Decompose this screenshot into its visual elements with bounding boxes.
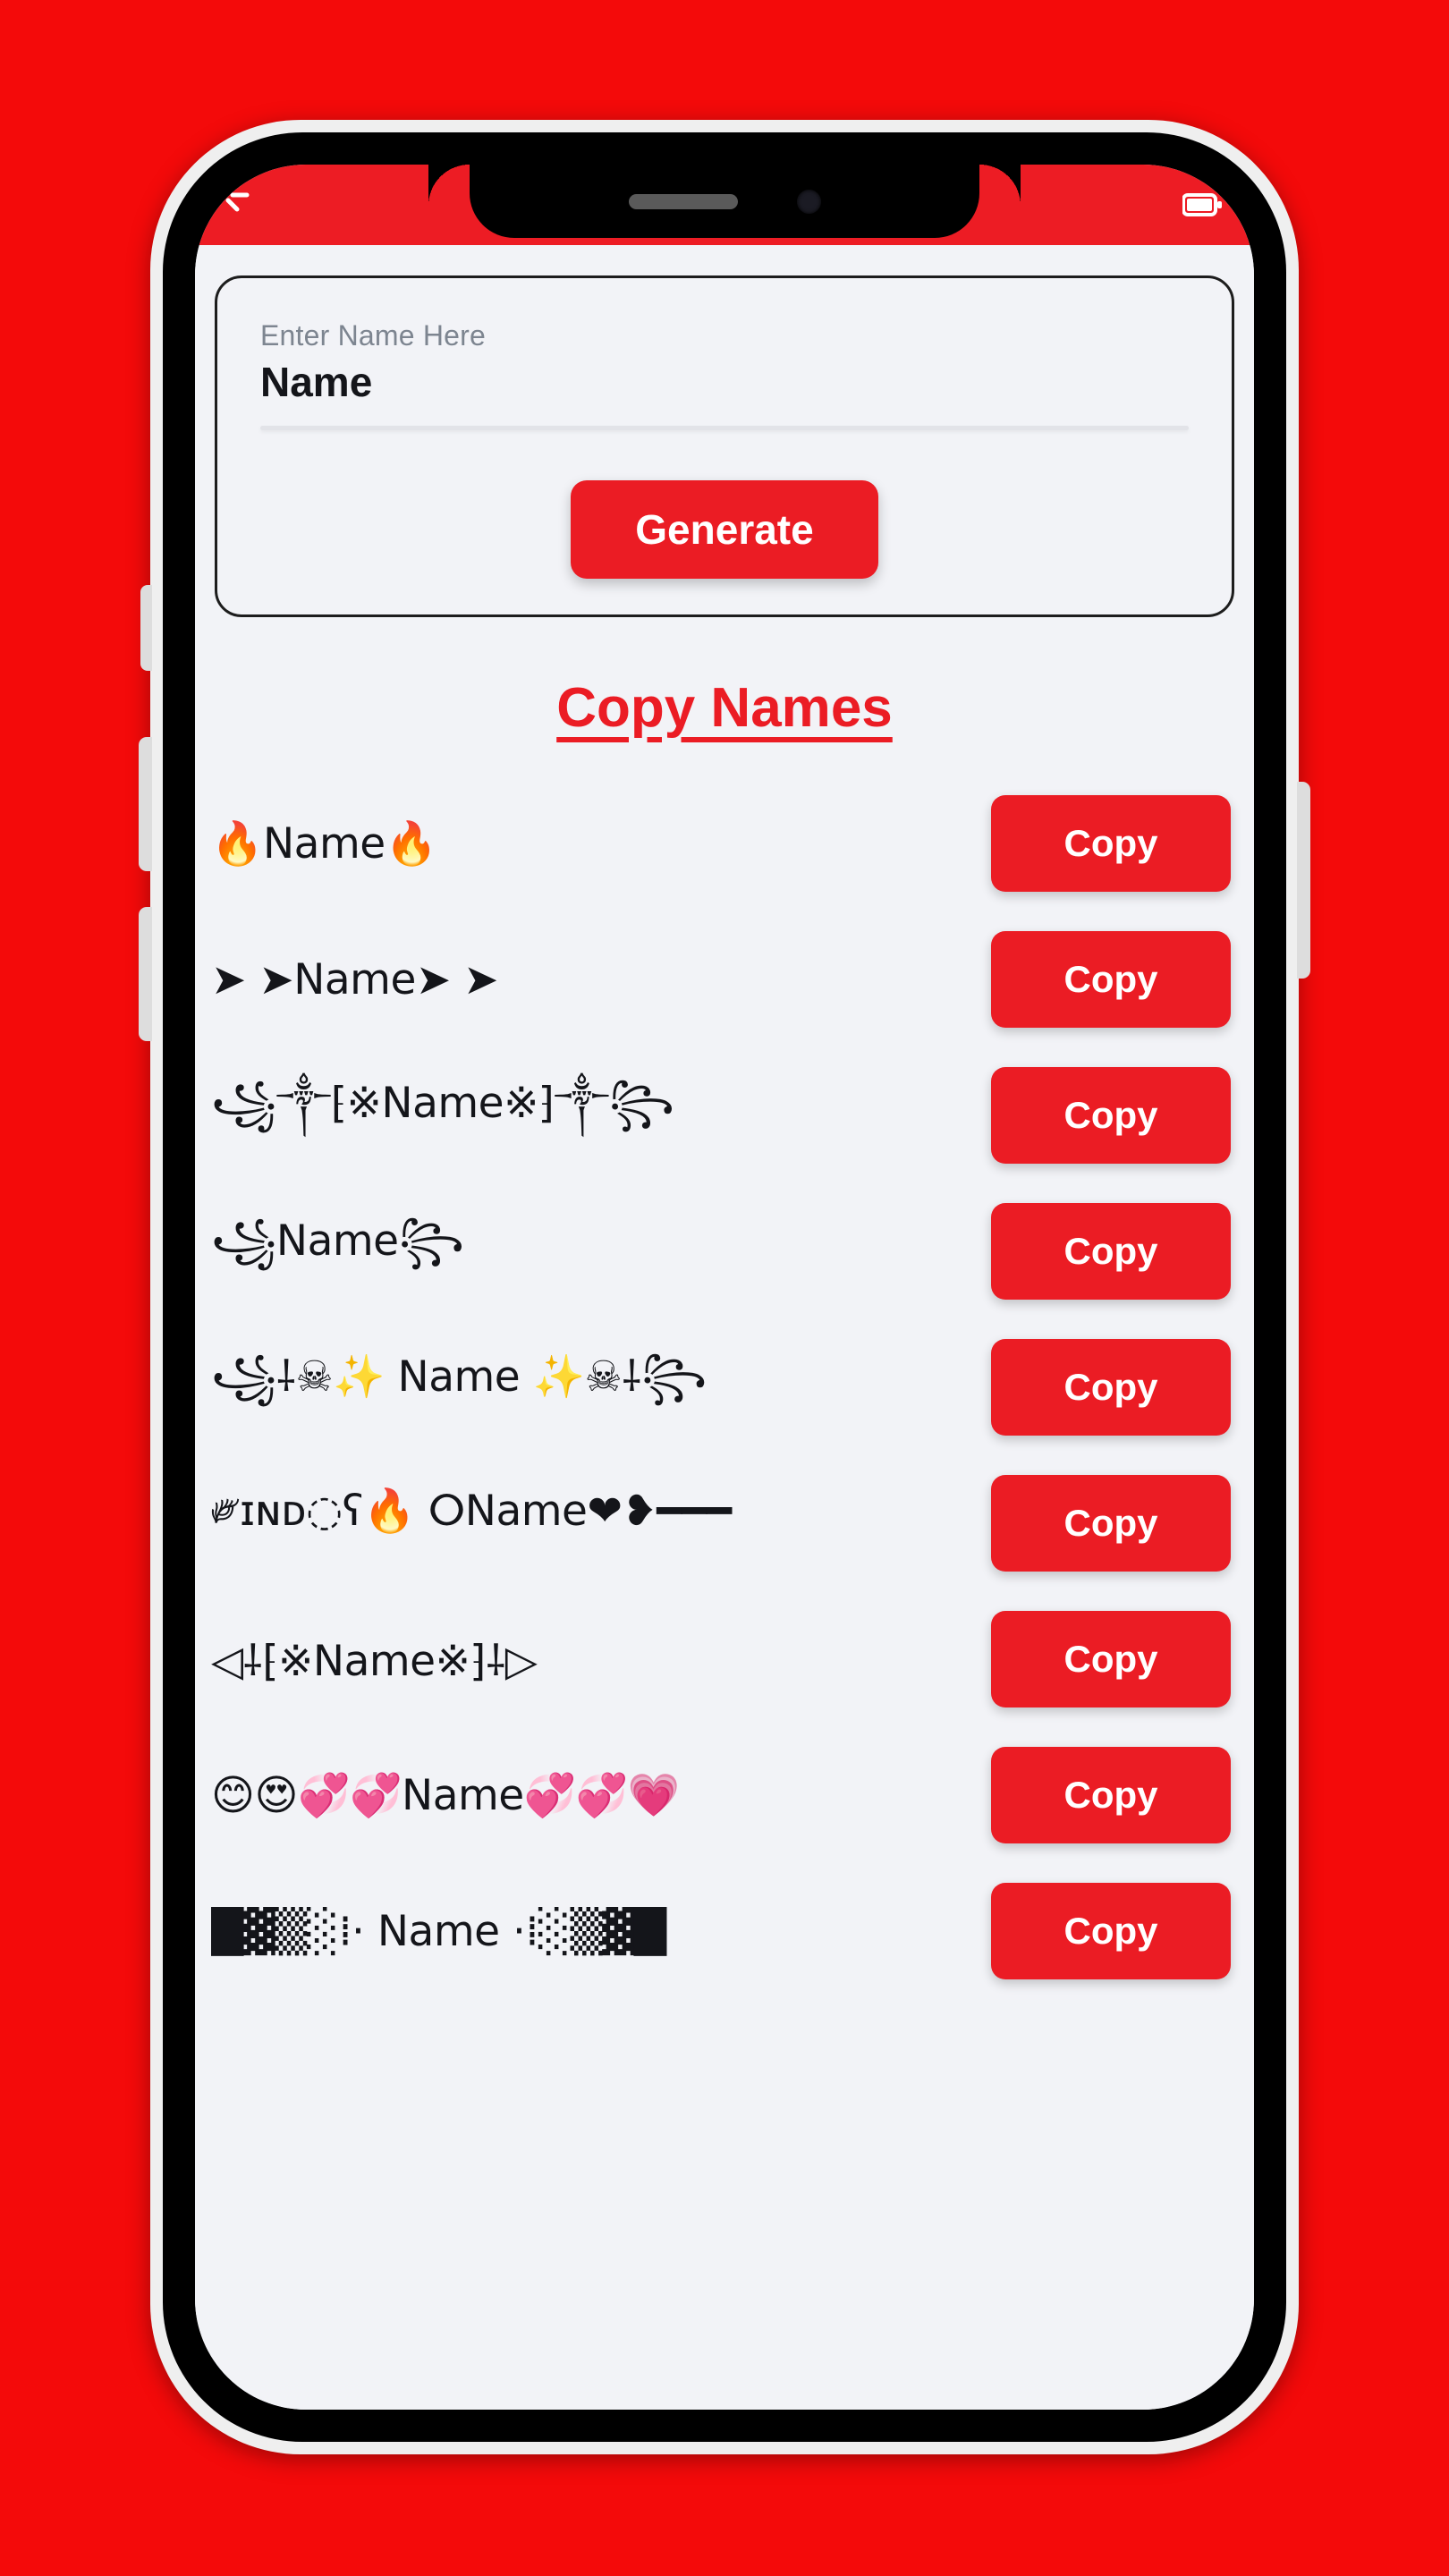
copy-button[interactable]: Copy (991, 1339, 1231, 1436)
app-content: Enter Name Here Name Generate Copy Names… (195, 245, 1254, 2410)
status-bar (195, 165, 1254, 245)
copy-button[interactable]: Copy (991, 1883, 1231, 1979)
decorated-name-text: ꧁⸸☠✨ Name ✨☠⸸꧂ (211, 1352, 707, 1402)
copy-button[interactable]: Copy (991, 1611, 1231, 1707)
decorated-name-text: 😊😍💞💞Name💞💞💗 (211, 1770, 680, 1820)
decorated-name-text: ༗ɪɴᴅ◌ʕ🔥 ⵔName❤❥━━━ (211, 1487, 732, 1536)
front-camera-icon (796, 189, 821, 214)
name-row: ◁⸸⁅※Name※⁆⸸▷ Copy (211, 1591, 1231, 1727)
decorated-name-text: ꧁༒⁅※Name※⁆༒꧂ (211, 1079, 674, 1128)
name-row: ꧁⸸☠✨ Name ✨☠⸸꧂ Copy (211, 1319, 1231, 1455)
battery-icon (1182, 193, 1222, 216)
volume-down-button[interactable] (139, 907, 152, 1041)
name-input-label: Enter Name Here (260, 319, 486, 352)
phone-mockup: Enter Name Here Name Generate Copy Names… (139, 120, 1310, 2454)
decorated-name-text: ◁⸸⁅※Name※⁆⸸▷ (211, 1637, 538, 1686)
power-button[interactable] (1297, 782, 1310, 979)
speaker-grille-icon (628, 193, 738, 209)
phone-screen: Enter Name Here Name Generate Copy Names… (195, 165, 1254, 2410)
decorated-name-text: █▓▒░⁞· Name ·⁞░▒▓█ (211, 1906, 666, 1956)
generate-button-wrap: Generate (260, 480, 1189, 579)
status-bar-left-icons (225, 191, 256, 218)
name-input-field[interactable]: Name (260, 358, 1189, 426)
generate-button[interactable]: Generate (571, 480, 878, 579)
name-row: ꧁༒⁅※Name※⁆༒꧂ Copy (211, 1047, 1231, 1183)
status-bar-right-icons (1182, 191, 1224, 218)
name-row: █▓▒░⁞· Name ·⁞░▒▓█ Copy (211, 1863, 1231, 1999)
generated-names-list: 🔥Name🔥 Copy ➤ ➤Name➤ ➤ Copy ꧁༒⁅※Name※⁆༒꧂… (195, 775, 1254, 1999)
decorated-name-text: 🔥Name🔥 (211, 818, 437, 869)
name-row: ༗ɪɴᴅ◌ʕ🔥 ⵔName❤❥━━━ Copy (211, 1455, 1231, 1591)
phone-bezel: Enter Name Here Name Generate Copy Names… (163, 132, 1286, 2442)
copy-button[interactable]: Copy (991, 1475, 1231, 1572)
copy-button[interactable]: Copy (991, 931, 1231, 1028)
name-row: 🔥Name🔥 Copy (211, 775, 1231, 911)
volume-up-button[interactable] (139, 737, 152, 871)
name-input-underline (260, 426, 1189, 430)
name-row: ➤ ➤Name➤ ➤ Copy (211, 911, 1231, 1047)
copy-button[interactable]: Copy (991, 1203, 1231, 1300)
copy-button[interactable]: Copy (991, 1747, 1231, 1843)
name-row: 😊😍💞💞Name💞💞💗 Copy (211, 1727, 1231, 1863)
copy-button[interactable]: Copy (991, 795, 1231, 892)
name-row: ꧁Name꧂ Copy (211, 1183, 1231, 1319)
phone-notch (428, 165, 979, 238)
decorated-name-text: ➤ ➤Name➤ ➤ (211, 954, 499, 1004)
mute-switch-button[interactable] (140, 585, 152, 671)
name-input-card: Enter Name Here Name Generate (215, 275, 1234, 617)
decorated-name-text: ꧁Name꧂ (211, 1216, 464, 1266)
signal-icon (225, 192, 250, 212)
copy-names-heading: Copy Names (556, 677, 893, 739)
copy-button[interactable]: Copy (991, 1067, 1231, 1164)
